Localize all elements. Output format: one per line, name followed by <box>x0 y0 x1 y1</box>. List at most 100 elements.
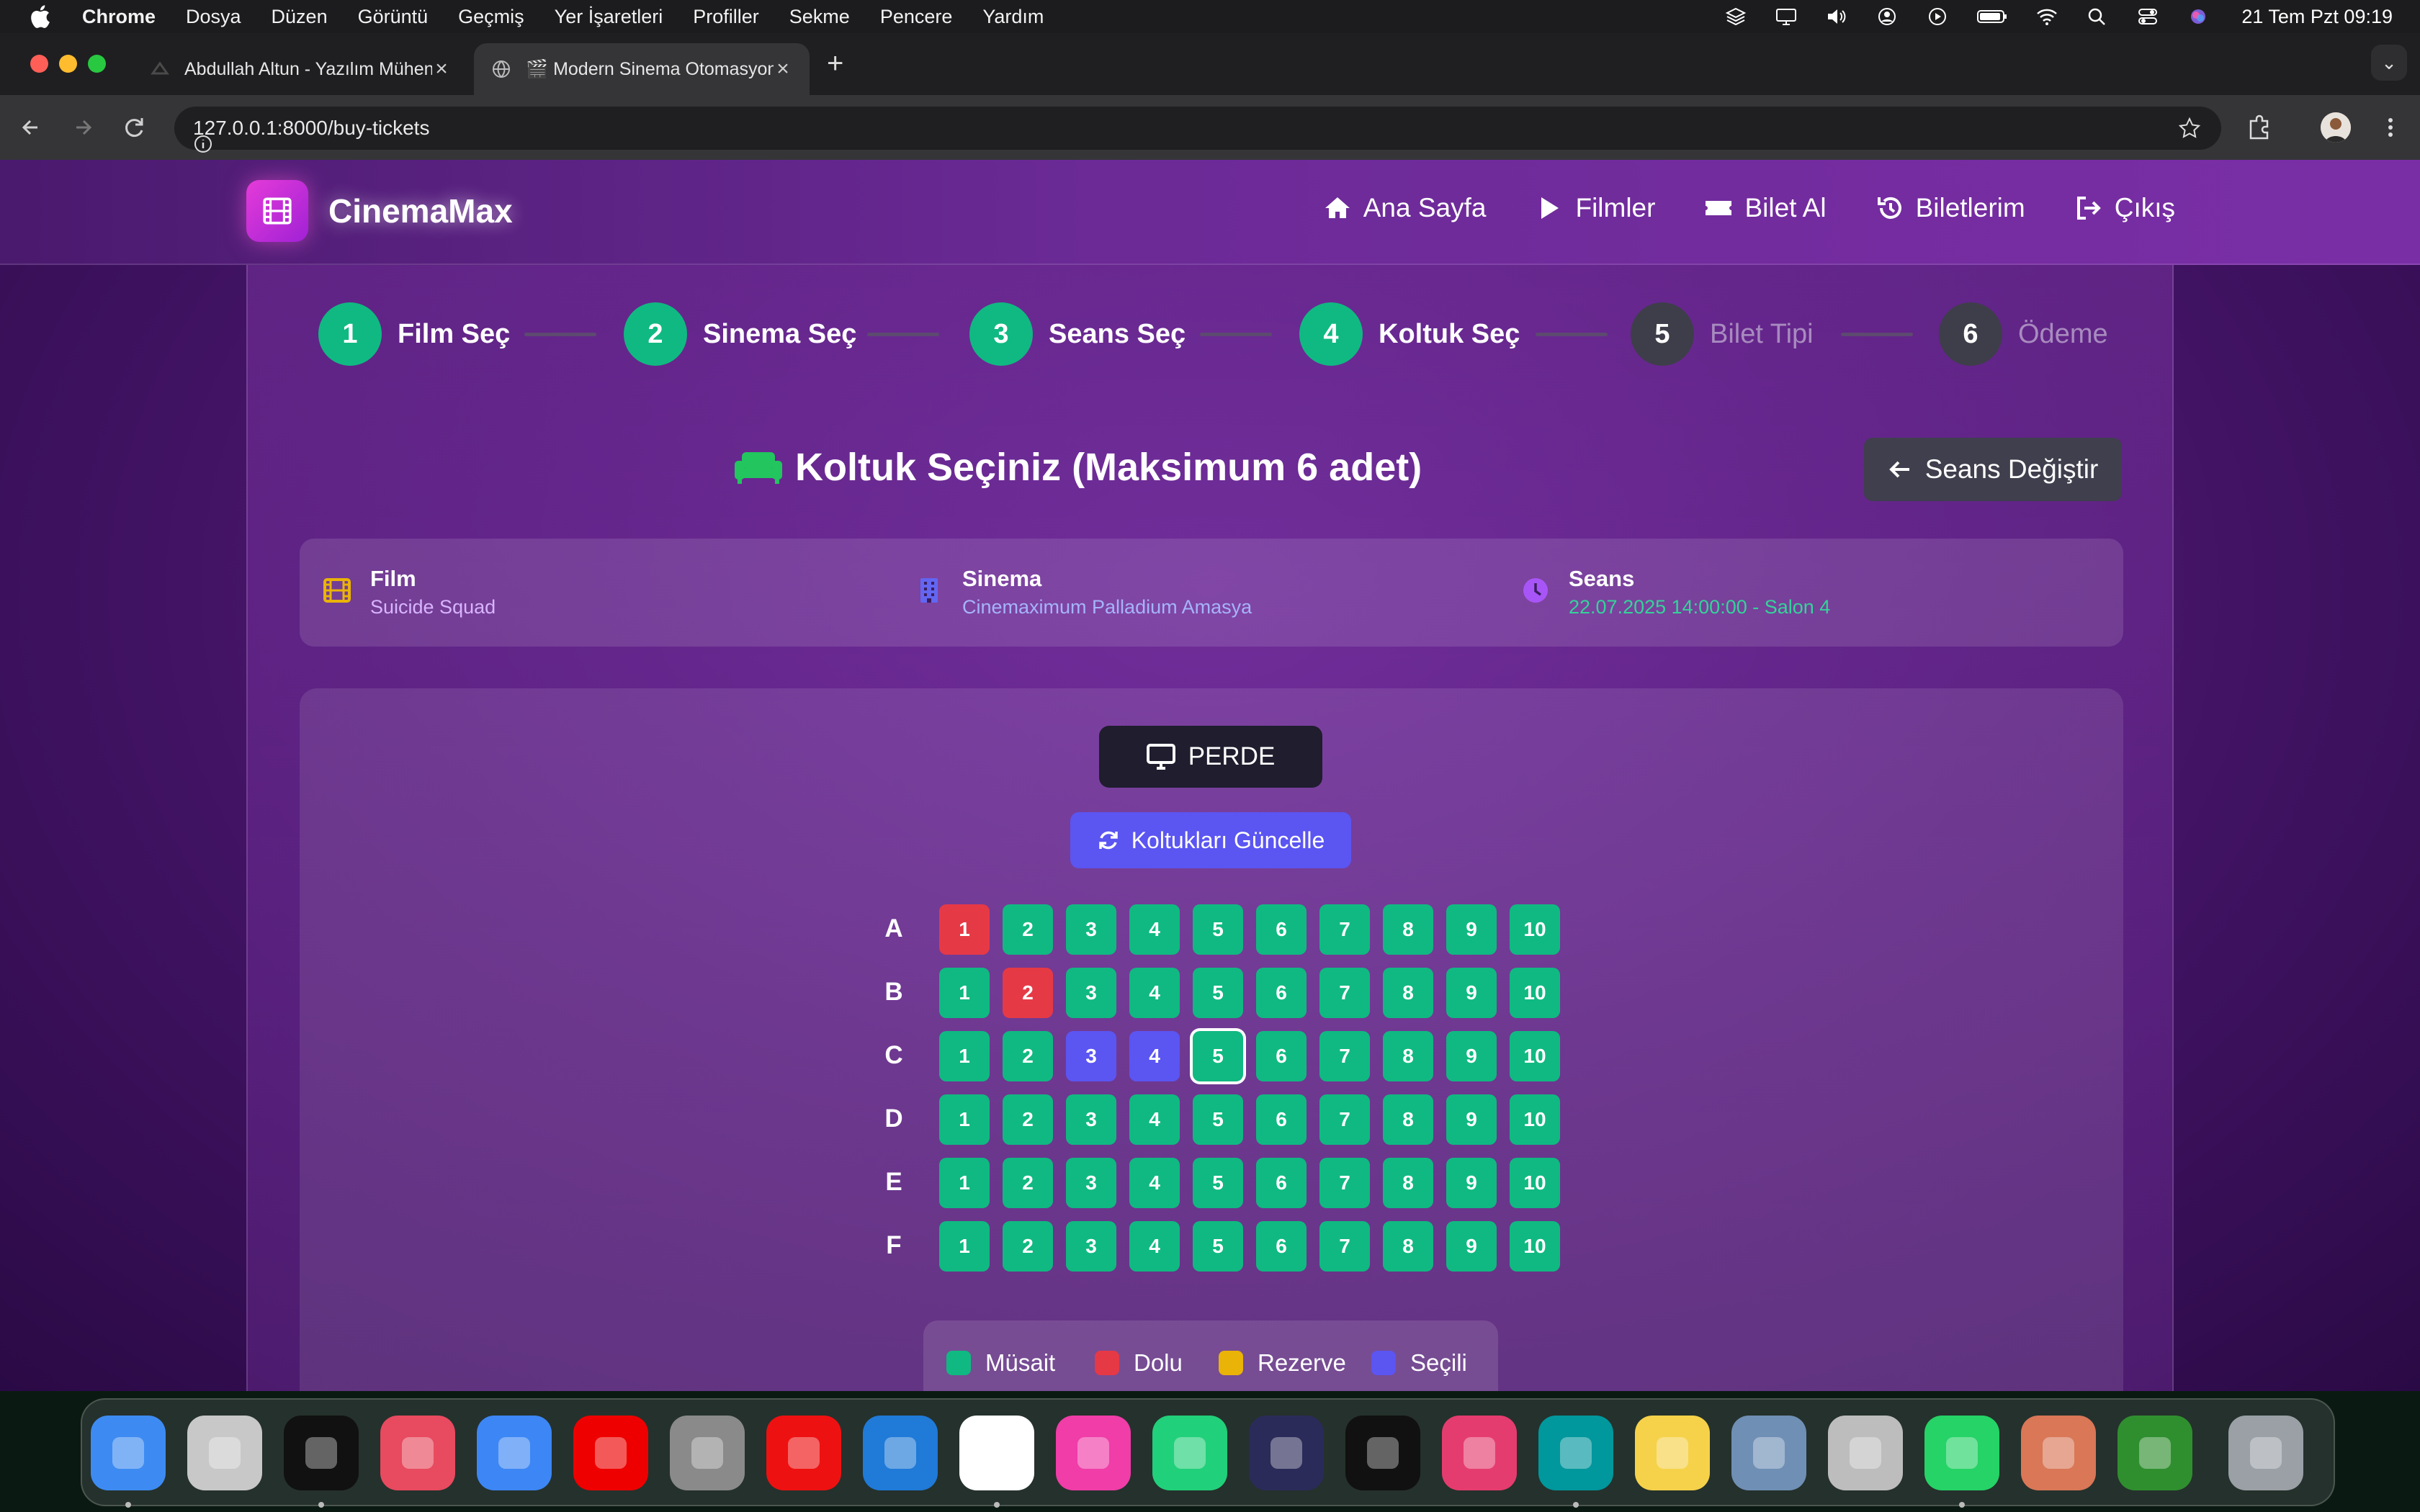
seat-button[interactable]: 9 <box>1446 1221 1497 1272</box>
seat-button[interactable]: 2 <box>1003 1031 1053 1081</box>
seat-button[interactable]: 7 <box>1319 968 1370 1018</box>
seat-button[interactable]: 9 <box>1446 1094 1497 1145</box>
seat-button[interactable]: 7 <box>1319 904 1370 955</box>
seat-button[interactable]: 4 <box>1129 1031 1180 1081</box>
seat-button[interactable]: 10 <box>1510 904 1560 955</box>
tab-close-icon[interactable]: × <box>774 57 792 81</box>
extensions-icon[interactable] <box>2244 112 2275 143</box>
seat-button[interactable]: 5 <box>1193 1094 1243 1145</box>
layers-icon[interactable] <box>1724 6 1747 27</box>
seat-button[interactable]: 6 <box>1256 1094 1307 1145</box>
intellij-icon[interactable] <box>1442 1416 1517 1490</box>
seat-button[interactable]: 1 <box>939 1221 990 1272</box>
menu-profiles[interactable]: Profiller <box>693 6 759 28</box>
seat-button[interactable]: 3 <box>1066 1031 1116 1081</box>
seat-button[interactable]: 1 <box>939 1094 990 1145</box>
seat-button[interactable]: 1 <box>939 1158 990 1208</box>
youtube-icon[interactable] <box>573 1416 648 1490</box>
seat-button[interactable]: 7 <box>1319 1158 1370 1208</box>
claude-icon[interactable] <box>2021 1416 2096 1490</box>
seat-button[interactable]: 7 <box>1319 1221 1370 1272</box>
menu-window[interactable]: Pencere <box>880 6 953 28</box>
seat-button[interactable]: 2 <box>1003 1221 1053 1272</box>
change-session-button[interactable]: Seans Değiştir <box>1864 438 2122 501</box>
vscode-icon[interactable] <box>863 1416 938 1490</box>
seat-button[interactable]: 4 <box>1129 968 1180 1018</box>
minimize-window-button[interactable] <box>59 55 77 73</box>
seat-button[interactable]: 2 <box>1003 1158 1053 1208</box>
reload-icon[interactable] <box>118 111 151 144</box>
pycharm-icon[interactable] <box>1152 1416 1227 1490</box>
seat-button[interactable]: 10 <box>1510 1158 1560 1208</box>
profile-avatar[interactable] <box>2321 112 2351 143</box>
seat-button[interactable]: 10 <box>1510 968 1560 1018</box>
seat-button[interactable]: 8 <box>1383 968 1433 1018</box>
site-info-icon[interactable] <box>193 134 213 154</box>
terminal-icon[interactable] <box>284 1416 359 1490</box>
calculator-icon[interactable] <box>1828 1416 1903 1490</box>
seat-button[interactable]: 6 <box>1256 1031 1307 1081</box>
maximize-window-button[interactable] <box>88 55 106 73</box>
menu-edit[interactable]: Düzen <box>272 6 328 28</box>
chess-icon[interactable] <box>2118 1416 2192 1490</box>
user-icon[interactable] <box>1876 6 1899 27</box>
clock[interactable]: 21 Tem Pzt 09:19 <box>2241 6 2393 28</box>
seat-button[interactable]: 1 <box>939 968 990 1018</box>
seat-button[interactable]: 3 <box>1066 968 1116 1018</box>
menu-view[interactable]: Görüntü <box>358 6 429 28</box>
brand-name[interactable]: CinemaMax <box>328 192 513 230</box>
nav-home[interactable]: Ana Sayfa <box>1323 193 1486 223</box>
seat-button[interactable]: 4 <box>1129 1094 1180 1145</box>
youtube-music-icon[interactable] <box>766 1416 841 1490</box>
seat-button[interactable]: 7 <box>1319 1094 1370 1145</box>
bookmark-star-icon[interactable] <box>2178 117 2201 140</box>
volume-icon[interactable] <box>1825 6 1848 27</box>
address-bar[interactable]: 127.0.0.1:8000/buy-tickets <box>174 107 2221 153</box>
nav-buy-ticket[interactable]: Bilet Al <box>1704 193 1827 223</box>
seat-button[interactable]: 4 <box>1129 904 1180 955</box>
close-window-button[interactable] <box>30 55 48 73</box>
launchpad-icon[interactable] <box>187 1416 262 1490</box>
arduino-icon[interactable] <box>1538 1416 1613 1490</box>
seat-button[interactable]: 4 <box>1129 1221 1180 1272</box>
notes-icon[interactable] <box>1635 1416 1710 1490</box>
system-settings-icon[interactable] <box>670 1416 745 1490</box>
menu-bookmarks[interactable]: Yer İşaretleri <box>555 6 663 28</box>
seat-button[interactable]: 3 <box>1066 1158 1116 1208</box>
new-tab-icon[interactable]: + <box>827 48 843 80</box>
battery-icon[interactable] <box>1976 6 2008 27</box>
eclipse-icon[interactable] <box>1249 1416 1324 1490</box>
shortcuts-icon[interactable] <box>380 1416 455 1490</box>
seat-button[interactable]: 2 <box>1003 904 1053 955</box>
url-text[interactable]: 127.0.0.1:8000/buy-tickets <box>193 117 429 140</box>
seat-button[interactable]: 5 <box>1193 1221 1243 1272</box>
tab-close-icon[interactable]: × <box>432 57 451 81</box>
siri-icon[interactable] <box>2187 6 2210 27</box>
seat-button[interactable]: 6 <box>1256 904 1307 955</box>
forward-icon[interactable] <box>66 111 99 144</box>
seat-button[interactable]: 5 <box>1193 904 1243 955</box>
seat-button[interactable]: 8 <box>1383 1158 1433 1208</box>
menu-tab[interactable]: Sekme <box>789 6 850 28</box>
seat-button[interactable]: 9 <box>1446 968 1497 1018</box>
seat-button[interactable]: 5 <box>1193 968 1243 1018</box>
menu-help[interactable]: Yardım <box>982 6 1044 28</box>
seat-button[interactable]: 10 <box>1510 1221 1560 1272</box>
seat-button[interactable]: 2 <box>1003 1094 1053 1145</box>
apple-icon[interactable] <box>29 4 50 29</box>
seat-button[interactable]: 9 <box>1446 904 1497 955</box>
whatsapp-icon[interactable] <box>1924 1416 1999 1490</box>
activity-monitor-icon[interactable] <box>1345 1416 1420 1490</box>
seat-button[interactable]: 9 <box>1446 1158 1497 1208</box>
finder-icon[interactable] <box>91 1416 166 1490</box>
menu-history[interactable]: Geçmiş <box>458 6 524 28</box>
seat-button[interactable]: 8 <box>1383 1221 1433 1272</box>
tab-cinema[interactable]: 🎬 Modern Sinema Otomasyonu × <box>474 43 810 95</box>
seat-button[interactable]: 8 <box>1383 1094 1433 1145</box>
phpstorm-icon[interactable] <box>1056 1416 1131 1490</box>
seat-button[interactable]: 6 <box>1256 968 1307 1018</box>
tab-portfolio[interactable]: Abdullah Altun - Yazılım Mühendisi × <box>133 43 468 95</box>
play-circle-icon[interactable] <box>1926 6 1949 27</box>
seat-button[interactable]: 3 <box>1066 904 1116 955</box>
tab-search-chevron-icon[interactable]: ⌄ <box>2371 45 2407 81</box>
